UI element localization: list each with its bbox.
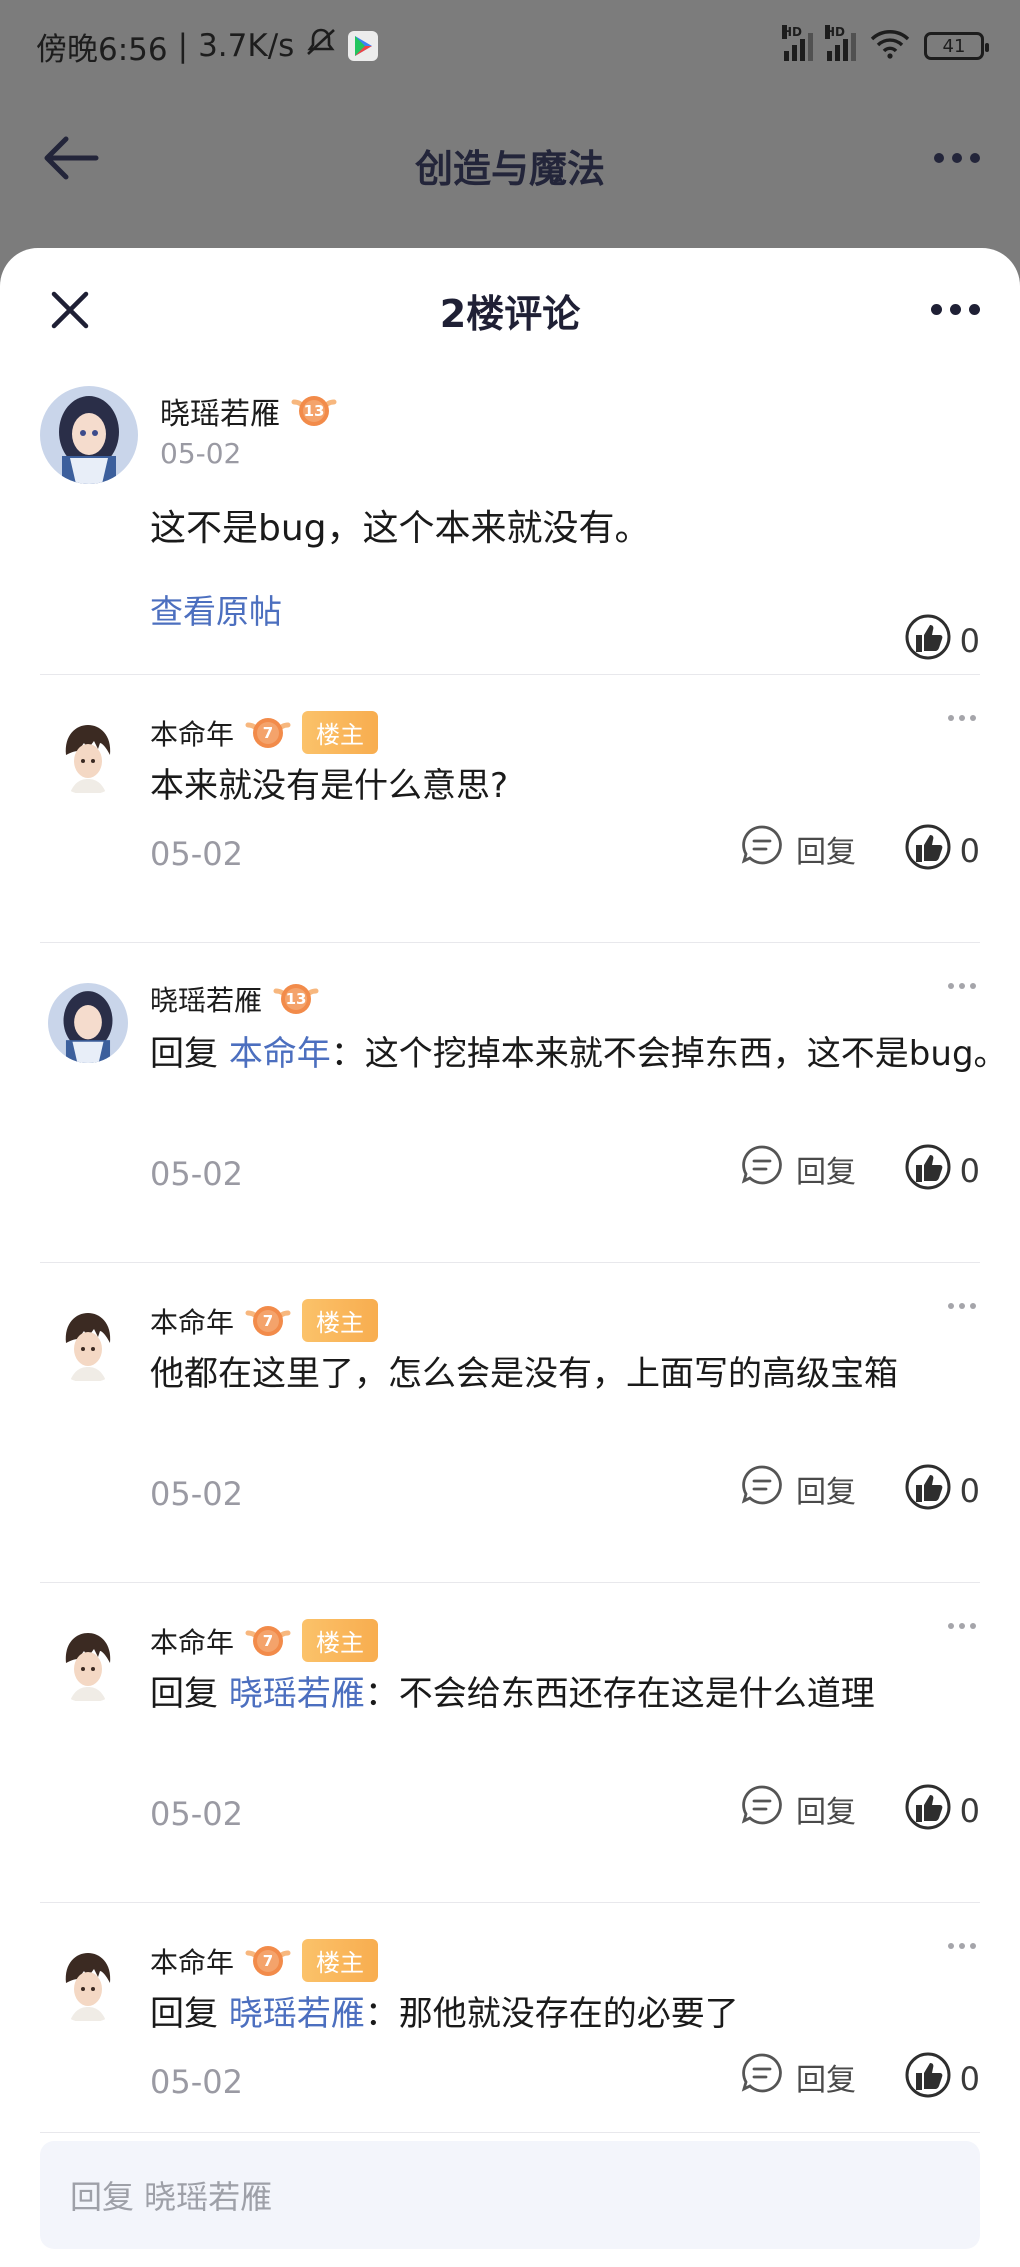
username[interactable]: 本命年 (150, 1941, 234, 1981)
battery-icon: 41 (924, 32, 989, 60)
comment-item: 晓瑶若雁 13 回复 本命年：这个挖掉本来就不会掉东西，这不是bug。 05-0… (40, 943, 1008, 1263)
play-store-icon (348, 31, 379, 61)
comment-text: 本来就没有是什么意思? (150, 766, 509, 806)
post-date: 05-02 (160, 437, 242, 470)
thumbs-up-icon (904, 2051, 952, 2107)
thumbs-up-icon (904, 1143, 952, 1199)
avatar[interactable] (48, 983, 128, 1063)
reply-input[interactable]: 回复 晓瑶若雁 (40, 2141, 980, 2249)
like-button[interactable]: 0 (904, 2051, 980, 2107)
like-button[interactable]: 0 (904, 1783, 980, 1839)
host-tag: 楼主 (302, 1619, 379, 1662)
comment-text: 他都在这里了，怎么会是没有，上面写的高级宝箱 (150, 1354, 898, 1394)
avatar[interactable] (48, 715, 128, 795)
comment-date: 05-02 (150, 835, 243, 873)
comment-item: 本命年 7 楼主 回复 晓瑶若雁：不会给东西还存在这是什么道理 05-02 回复… (40, 1583, 980, 1903)
like-button[interactable]: 0 (904, 1143, 980, 1199)
comment-text: 回复 晓瑶若雁：那他就没存在的必要了 (150, 1994, 739, 2034)
comment-more-icon[interactable] (948, 1623, 976, 1629)
wifi-icon (870, 29, 910, 64)
comment-item: 本命年 7 楼主 回复 晓瑶若雁：那他就没存在的必要了 05-02 回复 0 (40, 1903, 980, 2133)
like-count: 0 (959, 1792, 980, 1830)
username[interactable]: 晓瑶若雁 (150, 979, 262, 1019)
reply-button[interactable]: 回复 (740, 1463, 856, 1515)
reply-button[interactable]: 回复 (740, 1783, 856, 1835)
sheet-header: 2楼评论 (0, 248, 1020, 373)
background-page: 傍晚6:56 | 3.7K/s HD HD 41 创造与魔法 (0, 0, 1020, 280)
sheet-more-icon[interactable] (931, 304, 980, 315)
avatar[interactable] (40, 386, 138, 484)
level-badge: 7 (244, 1301, 292, 1341)
host-tag: 楼主 (302, 1299, 379, 1342)
comment-date: 05-02 (150, 1475, 243, 1513)
comment-more-icon[interactable] (948, 983, 976, 989)
level-badge: 13 (272, 979, 320, 1019)
level-badge: 13 (290, 390, 338, 432)
avatar[interactable] (48, 1943, 128, 2023)
username[interactable]: 晓瑶若雁 (160, 389, 280, 433)
comment-text: 回复 本命年：这个挖掉本来就不会掉东西，这不是bug。 (150, 1034, 1008, 1074)
comment-date: 05-02 (150, 1155, 243, 1193)
reply-button[interactable]: 回复 (740, 2051, 856, 2103)
username[interactable]: 本命年 (150, 713, 234, 753)
signal-icon: HD (782, 25, 813, 61)
level-badge: 7 (244, 713, 292, 753)
main-post: 晓瑶若雁 13 05-02 这不是bug，这个本来就没有。 查看原帖 0 (40, 373, 980, 675)
reply-button[interactable]: 回复 (740, 1143, 856, 1195)
status-bar: 傍晚6:56 | 3.7K/s HD HD 41 (0, 0, 1020, 92)
comment-more-icon[interactable] (948, 1943, 976, 1949)
avatar[interactable] (48, 1623, 128, 1703)
host-tag: 楼主 (302, 1939, 379, 1982)
signal-icon-2: HD (825, 25, 856, 61)
reply-icon (740, 1463, 784, 1515)
thumbs-up-icon (904, 1783, 952, 1839)
reply-button[interactable]: 回复 (740, 823, 856, 875)
comment-more-icon[interactable] (948, 715, 976, 721)
host-tag: 楼主 (302, 711, 379, 754)
like-button[interactable]: 0 (904, 1463, 980, 1519)
reply-input-placeholder: 回复 晓瑶若雁 (70, 2178, 273, 2216)
close-icon[interactable] (48, 288, 92, 332)
avatar[interactable] (48, 1303, 128, 1383)
comment-date: 05-02 (150, 1795, 243, 1833)
comment-sheet: 2楼评论 晓瑶若雁 13 05-02 这不是bug，这个本来就没有。 查看原帖 … (0, 248, 1020, 2267)
back-arrow-icon[interactable] (42, 135, 100, 185)
reply-icon (740, 1783, 784, 1835)
mute-icon (304, 26, 338, 66)
view-original-link[interactable]: 查看原帖 (150, 585, 282, 633)
thumbs-up-icon (904, 613, 952, 669)
status-time: 傍晚6:56 (36, 31, 168, 68)
reply-target-link[interactable]: 晓瑶若雁 (229, 1994, 365, 2034)
reply-target-link[interactable]: 晓瑶若雁 (229, 1674, 365, 1714)
username[interactable]: 本命年 (150, 1301, 234, 1341)
comment-item: 本命年 7 楼主 他都在这里了，怎么会是没有，上面写的高级宝箱 05-02 回复… (40, 1263, 980, 1583)
level-badge: 7 (244, 1941, 292, 1981)
more-icon[interactable] (934, 153, 980, 163)
thumbs-up-icon (904, 1463, 952, 1519)
like-button[interactable]: 0 (904, 823, 980, 879)
like-count: 0 (959, 2060, 980, 2098)
like-count: 0 (959, 1152, 980, 1190)
like-count: 0 (959, 832, 980, 870)
post-text: 这不是bug，这个本来就没有。 (150, 508, 651, 549)
like-count: 0 (959, 622, 980, 660)
thumbs-up-icon (904, 823, 952, 879)
reply-icon (740, 1143, 784, 1195)
like-button[interactable]: 0 (904, 613, 980, 669)
comment-text: 回复 晓瑶若雁：不会给东西还存在这是什么道理 (150, 1674, 875, 1714)
reply-icon (740, 2051, 784, 2103)
comment-item: 本命年 7 楼主 本来就没有是什么意思? 05-02 回复 0 (40, 675, 980, 943)
comment-date: 05-02 (150, 2063, 243, 2101)
status-speed: 3.7K/s (198, 28, 295, 64)
reply-icon (740, 823, 784, 875)
level-badge: 7 (244, 1621, 292, 1661)
background-header: 创造与魔法 (0, 115, 1020, 215)
reply-target-link[interactable]: 本命年 (229, 1034, 331, 1074)
comment-more-icon[interactable] (948, 1303, 976, 1309)
like-count: 0 (959, 1472, 980, 1510)
username[interactable]: 本命年 (150, 1621, 234, 1661)
sheet-title: 2楼评论 (439, 292, 581, 336)
background-title: 创造与魔法 (414, 146, 605, 191)
